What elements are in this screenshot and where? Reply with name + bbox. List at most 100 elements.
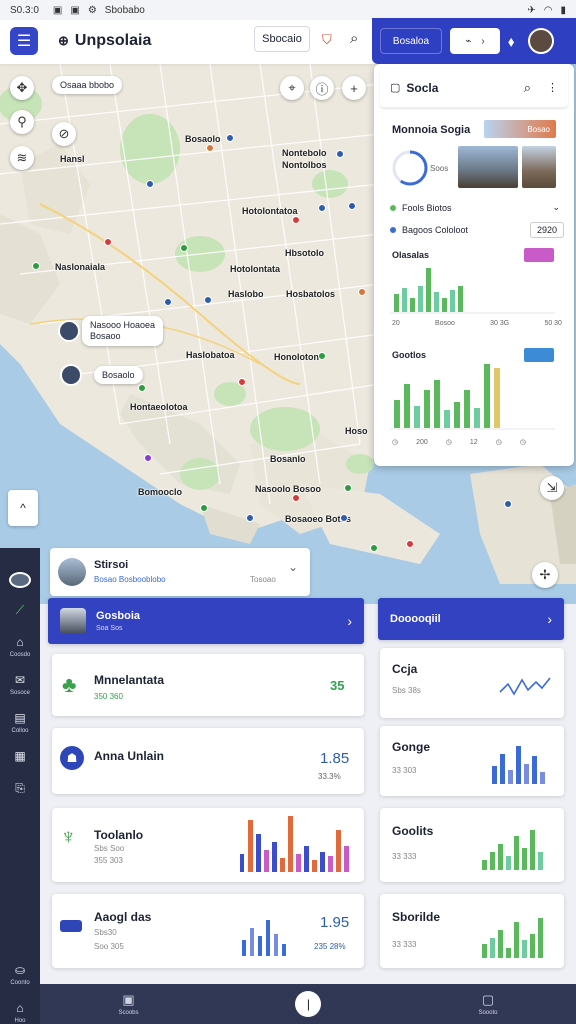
zoom-in-control[interactable]: +: [342, 76, 366, 100]
map-pin[interactable]: [238, 378, 246, 386]
sidebar-item-home-bottom[interactable]: ⌂ Hoo: [12, 1000, 28, 1024]
list-card[interactable]: ♣ Mnnelantata 350 360 35: [52, 654, 364, 716]
sidebar-item-route[interactable]: ⟋: [12, 602, 28, 620]
bottom-bar-label: Scoobs: [118, 1010, 139, 1016]
hamburger-icon: ☰: [16, 33, 32, 50]
chart1-badge[interactable]: [524, 248, 554, 262]
map-pin[interactable]: [348, 202, 356, 210]
list-card[interactable]: ☗ Anna Unlain 1.85 33.3%: [52, 728, 364, 794]
sidebar-item-home[interactable]: ⌂ Coosdo: [10, 634, 31, 658]
map-pin[interactable]: [104, 238, 112, 246]
bottom-bar-item[interactable]: ▣ Scoobs: [118, 992, 138, 1016]
right-card[interactable]: Ccja Sbs 38s: [380, 648, 564, 718]
user-location-avatar[interactable]: [58, 320, 80, 342]
collapse-control[interactable]: ^: [8, 490, 38, 526]
list-card-title: Aaogl das: [94, 910, 152, 924]
chart-bar: [442, 298, 447, 312]
list-card[interactable]: Aaogl das Sbs30 Soo 305 1.95 235 28%: [52, 894, 364, 968]
map-pin[interactable]: [200, 504, 208, 512]
map-pin[interactable]: [144, 454, 152, 462]
chart-bar: [484, 364, 490, 428]
right-card-sub: Sbs 38s: [392, 686, 421, 695]
map-pin[interactable]: [336, 150, 344, 158]
map-pin[interactable]: [406, 540, 414, 548]
map-label: Bosanlo: [270, 454, 306, 464]
map-pin[interactable]: [358, 288, 366, 296]
map-pin[interactable]: [318, 204, 326, 212]
chart-bar: [538, 918, 543, 958]
legend-dot: [390, 204, 396, 211]
sidebar-item-export[interactable]: ⎘: [12, 780, 28, 798]
layers-control[interactable]: ≋: [10, 146, 34, 170]
locate-control[interactable]: ⌖: [280, 76, 304, 100]
sidebar-item-account[interactable]: ⛀ Coonto: [10, 962, 29, 986]
location-icon[interactable]: ⬧: [508, 33, 514, 50]
blue-card-left[interactable]: Gosboia Soa Sos ›: [48, 598, 364, 644]
fullscreen-control[interactable]: ✢: [532, 562, 558, 588]
right-card[interactable]: Gonge 33 303: [380, 726, 564, 796]
user-avatar[interactable]: [528, 28, 555, 54]
location-summary-card[interactable]: Stirsoi Bosao Bosbooblobo Tosoao ⌄: [50, 548, 310, 596]
map-pin[interactable]: [340, 514, 348, 522]
info-control[interactable]: ⓘ: [310, 76, 334, 100]
map-pin[interactable]: [318, 352, 326, 360]
map-location-chip[interactable]: Osaaa bbobo: [52, 76, 123, 94]
bottom-bar-item[interactable]: ▢ Soooto: [478, 992, 497, 1016]
map-pin[interactable]: [370, 544, 378, 552]
chart-bar: [516, 746, 521, 784]
sidebar-item-mail[interactable]: ✉ Sosoce: [10, 672, 30, 696]
map-pin[interactable]: [292, 494, 300, 502]
location-bubble[interactable]: Nasooo Hoaoea Bosaoo: [82, 316, 164, 346]
map-pin[interactable]: [204, 296, 212, 304]
city-thumbnail[interactable]: [522, 146, 556, 188]
panel-header-button[interactable]: Bosaloa: [380, 28, 442, 54]
list-card-value: 1.95: [320, 914, 350, 931]
sidebar-item-table[interactable]: ▦: [12, 748, 28, 766]
map-pin[interactable]: [344, 484, 352, 492]
chart2-axis: ◷ 200 ◷ 12 ◷ ◷: [392, 438, 526, 447]
notification-icon: ▣: [52, 4, 63, 16]
chart1-bars: [390, 268, 555, 314]
map-pin[interactable]: [206, 144, 214, 152]
navigation-toggle[interactable]: ⌁ ›: [450, 28, 500, 54]
map-pin[interactable]: [164, 298, 172, 306]
location-bubble[interactable]: Bosaolo: [94, 366, 143, 384]
map-pin[interactable]: [138, 384, 146, 392]
map-pin[interactable]: [32, 262, 40, 270]
map-label: Hotolontata: [230, 264, 280, 274]
right-card-title: Sborilde: [392, 910, 441, 924]
more-icon[interactable]: ⋮: [547, 81, 558, 94]
map-pin[interactable]: [246, 514, 254, 522]
list-card[interactable]: ♆ Toolanlo Sbs Soo 355 303: [52, 808, 364, 882]
center-action-button[interactable]: |: [295, 991, 322, 1017]
sidebar-item-files[interactable]: ▤ Colloo: [11, 710, 28, 734]
sidebar-avatar[interactable]: [9, 572, 31, 588]
location-summary-sub: Bosao Bosbooblobo: [94, 575, 166, 584]
user-location-avatar[interactable]: [60, 364, 82, 386]
pin-control[interactable]: ⚲: [10, 110, 34, 134]
chart-bar: [508, 770, 513, 784]
search-icon[interactable]: ⌕: [524, 80, 531, 96]
pan-control[interactable]: ✥: [10, 76, 34, 100]
blue-card-title: Gosboia: [96, 610, 141, 622]
search-icon[interactable]: ⌕: [350, 30, 358, 47]
compass-control[interactable]: ⊘: [52, 122, 76, 146]
map-pin[interactable]: [180, 244, 188, 252]
map-pin[interactable]: [146, 180, 154, 188]
search-button[interactable]: Sbocaio: [254, 26, 310, 52]
chart-bar: [312, 860, 317, 872]
right-card[interactable]: Goolits 33 333: [380, 808, 564, 882]
expand-control[interactable]: ⇲: [540, 476, 564, 500]
city-thumbnail[interactable]: [458, 146, 518, 188]
map-pin[interactable]: [226, 134, 234, 142]
right-card[interactable]: Sborilde 33 333: [380, 894, 564, 968]
menu-button[interactable]: ☰: [10, 27, 38, 55]
chevron-down-icon[interactable]: ⌄: [552, 202, 560, 213]
shield-icon[interactable]: ⛉: [322, 32, 332, 48]
blue-card-right[interactable]: Dooooqiil ›: [378, 598, 564, 640]
sidebar-item-label: Sosoce: [9, 690, 30, 696]
map-pin[interactable]: [504, 500, 512, 508]
chevron-down-icon[interactable]: ⌄: [288, 560, 298, 574]
folder-icon: ▤: [14, 711, 26, 725]
map-pin[interactable]: [292, 216, 300, 224]
